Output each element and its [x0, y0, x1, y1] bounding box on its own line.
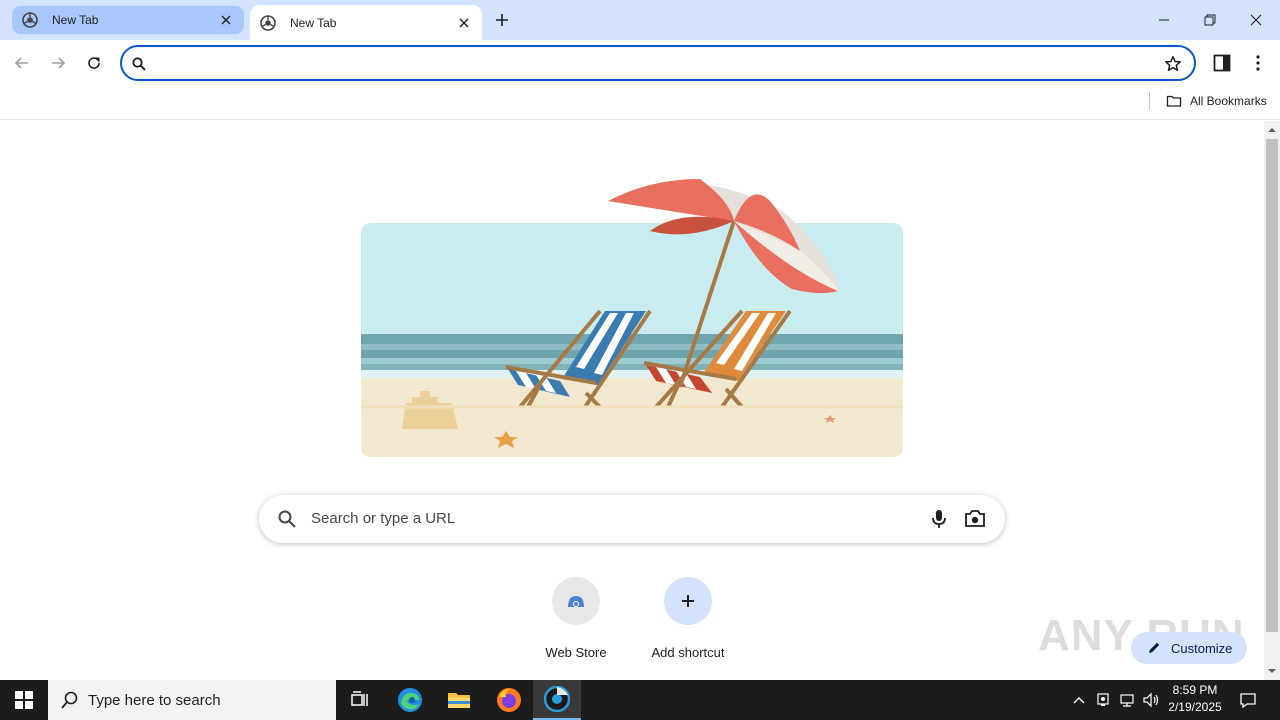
new-tab-button[interactable] — [492, 10, 512, 30]
ntp-search-box[interactable]: Search or type a URL — [259, 495, 1005, 543]
tab-new-tab-2[interactable]: New Tab — [250, 5, 482, 40]
shortcut-add[interactable]: Add shortcut — [632, 577, 744, 667]
tray-overflow-button[interactable] — [1068, 680, 1090, 720]
volume-icon — [1143, 692, 1159, 708]
page-scrollbar[interactable] — [1264, 121, 1280, 680]
firefox-icon — [497, 688, 521, 712]
file-explorer-icon — [448, 693, 470, 708]
customize-label: Customize — [1171, 640, 1233, 656]
device-icon — [1097, 693, 1109, 706]
search-icon — [277, 509, 297, 529]
edge-icon — [398, 688, 422, 712]
tab-close-icon[interactable] — [456, 15, 472, 31]
close-window-button[interactable] — [1233, 6, 1279, 34]
bookmarks-separator — [1149, 92, 1150, 110]
tab-new-tab-1[interactable]: New Tab — [12, 6, 244, 34]
start-button[interactable] — [0, 680, 48, 720]
tray-device[interactable] — [1092, 680, 1114, 720]
minimize-button[interactable] — [1141, 6, 1187, 34]
shortcut-web-store[interactable]: Web Store — [520, 577, 632, 667]
reload-button[interactable] — [82, 51, 106, 75]
reload-icon — [88, 57, 100, 69]
taskbar-chrome[interactable] — [533, 680, 581, 720]
back-arrow-icon — [14, 57, 28, 69]
folder-icon — [1166, 93, 1182, 109]
side-panel-button[interactable] — [1211, 52, 1233, 74]
chevron-up-icon — [1073, 697, 1085, 704]
tab-title: New Tab — [290, 15, 337, 30]
customize-chrome-button[interactable]: Customize — [1131, 632, 1247, 664]
browser-menu-button[interactable] — [1248, 52, 1268, 74]
task-view-button[interactable] — [336, 680, 384, 720]
taskbar-edge[interactable] — [386, 680, 434, 720]
scroll-thumb[interactable] — [1266, 139, 1278, 632]
windows-logo-icon — [15, 691, 33, 709]
all-bookmarks-button[interactable]: All Bookmarks — [1166, 91, 1267, 111]
more-vert-icon — [1256, 55, 1260, 71]
taskbar-search-text: Type here to search — [88, 691, 221, 709]
toolbar — [0, 40, 1280, 86]
chrome-favicon-icon — [22, 12, 38, 28]
search-icon — [131, 56, 147, 72]
plus-icon — [496, 14, 508, 26]
web-store-icon — [552, 577, 600, 625]
chrome-icon — [544, 686, 570, 712]
bookmark-star-icon[interactable] — [1164, 55, 1182, 73]
bookmarks-bar: All Bookmarks — [0, 86, 1280, 120]
clock-time: 8:59 PM — [1172, 683, 1218, 697]
restore-icon — [1204, 14, 1216, 26]
tab-strip: New Tab New Tab — [0, 0, 1280, 40]
network-icon — [1120, 694, 1134, 707]
taskbar-file-explorer[interactable] — [435, 680, 483, 720]
pencil-icon — [1147, 641, 1161, 655]
windows-taskbar: Type here to search 8:59 PM 2/19/2025 — [0, 680, 1280, 720]
chrome-favicon-icon — [260, 14, 276, 31]
tray-volume[interactable] — [1140, 680, 1162, 720]
restore-button[interactable] — [1187, 6, 1233, 34]
tab-title: New Tab — [52, 13, 99, 27]
address-bar[interactable] — [120, 45, 1196, 81]
tray-network[interactable] — [1116, 680, 1138, 720]
task-view-icon — [351, 691, 368, 706]
forward-button[interactable] — [46, 51, 70, 75]
taskbar-clock[interactable]: 8:59 PM 2/19/2025 — [1160, 682, 1230, 718]
scroll-up-icon[interactable] — [1267, 125, 1277, 135]
plus-icon — [664, 577, 712, 625]
shortcut-label: Web Store — [545, 645, 607, 660]
clock-date: 2/19/2025 — [1168, 700, 1222, 714]
forward-arrow-icon — [52, 57, 66, 69]
search-placeholder: Search or type a URL — [311, 510, 456, 527]
close-icon — [1250, 14, 1262, 26]
beach-doodle-image[interactable] — [350, 171, 910, 461]
search-icon — [60, 690, 80, 710]
taskbar-firefox[interactable] — [485, 680, 533, 720]
back-button[interactable] — [10, 51, 34, 75]
side-panel-icon — [1213, 54, 1231, 72]
tab-close-icon[interactable] — [218, 12, 234, 28]
scroll-down-icon[interactable] — [1267, 666, 1277, 676]
notification-icon — [1240, 693, 1256, 708]
notification-center-button[interactable] — [1236, 680, 1260, 720]
minimize-icon — [1159, 19, 1169, 21]
taskbar-search-box[interactable]: Type here to search — [48, 680, 336, 720]
voice-search-icon[interactable] — [929, 508, 949, 530]
all-bookmarks-label: All Bookmarks — [1190, 94, 1267, 108]
shortcut-label: Add shortcut — [651, 645, 725, 660]
new-tab-page: Search or type a URL Web Store Add short… — [0, 121, 1264, 680]
address-input[interactable] — [158, 51, 1148, 75]
image-search-camera-icon[interactable] — [964, 509, 986, 529]
